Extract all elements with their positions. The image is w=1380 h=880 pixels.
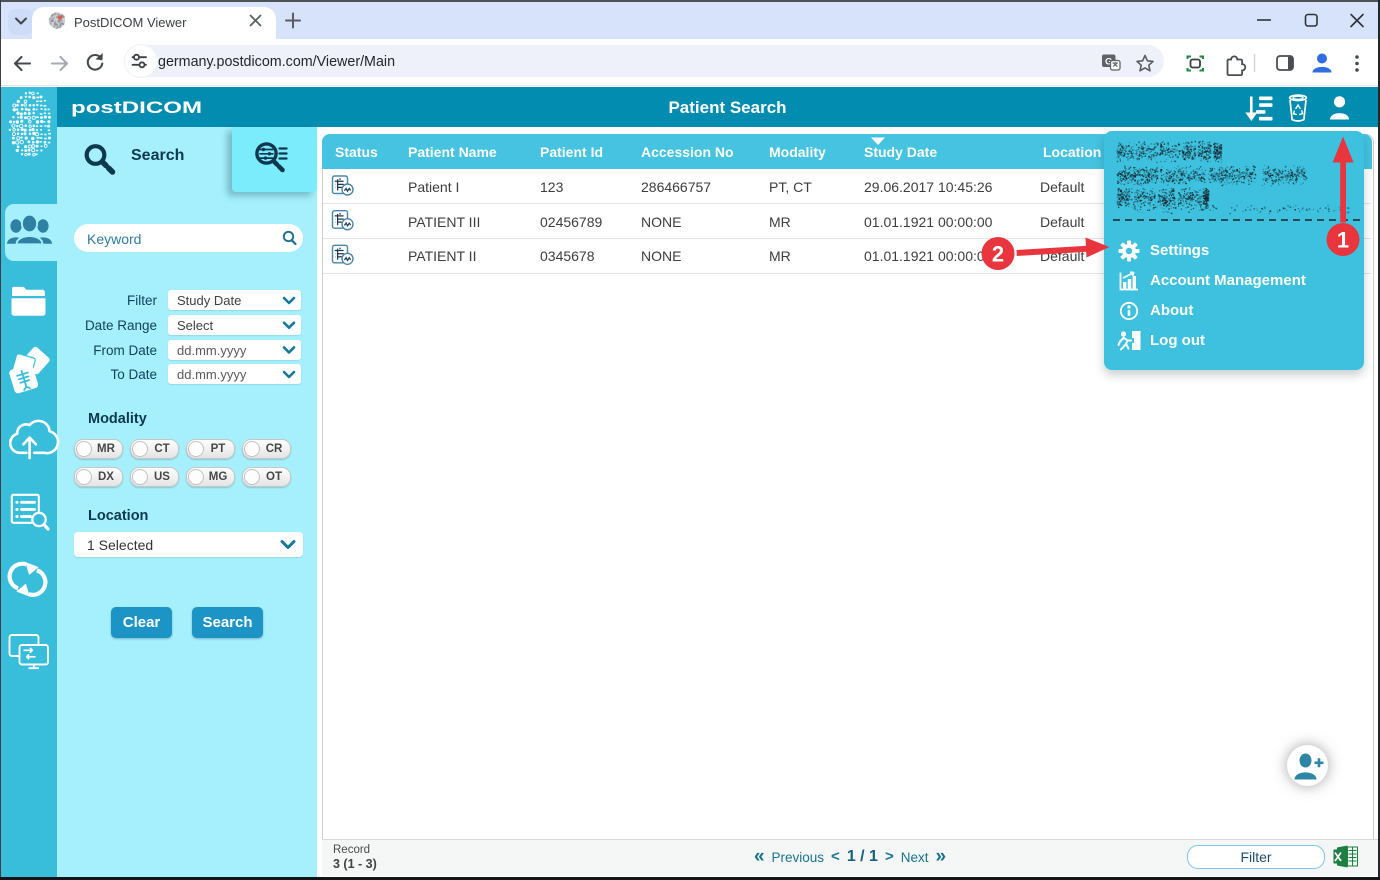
svg-text:postDICOM: postDICOM (71, 99, 202, 117)
svg-text:1: 1 (1337, 228, 1349, 253)
svg-text:2: 2 (992, 242, 1004, 267)
